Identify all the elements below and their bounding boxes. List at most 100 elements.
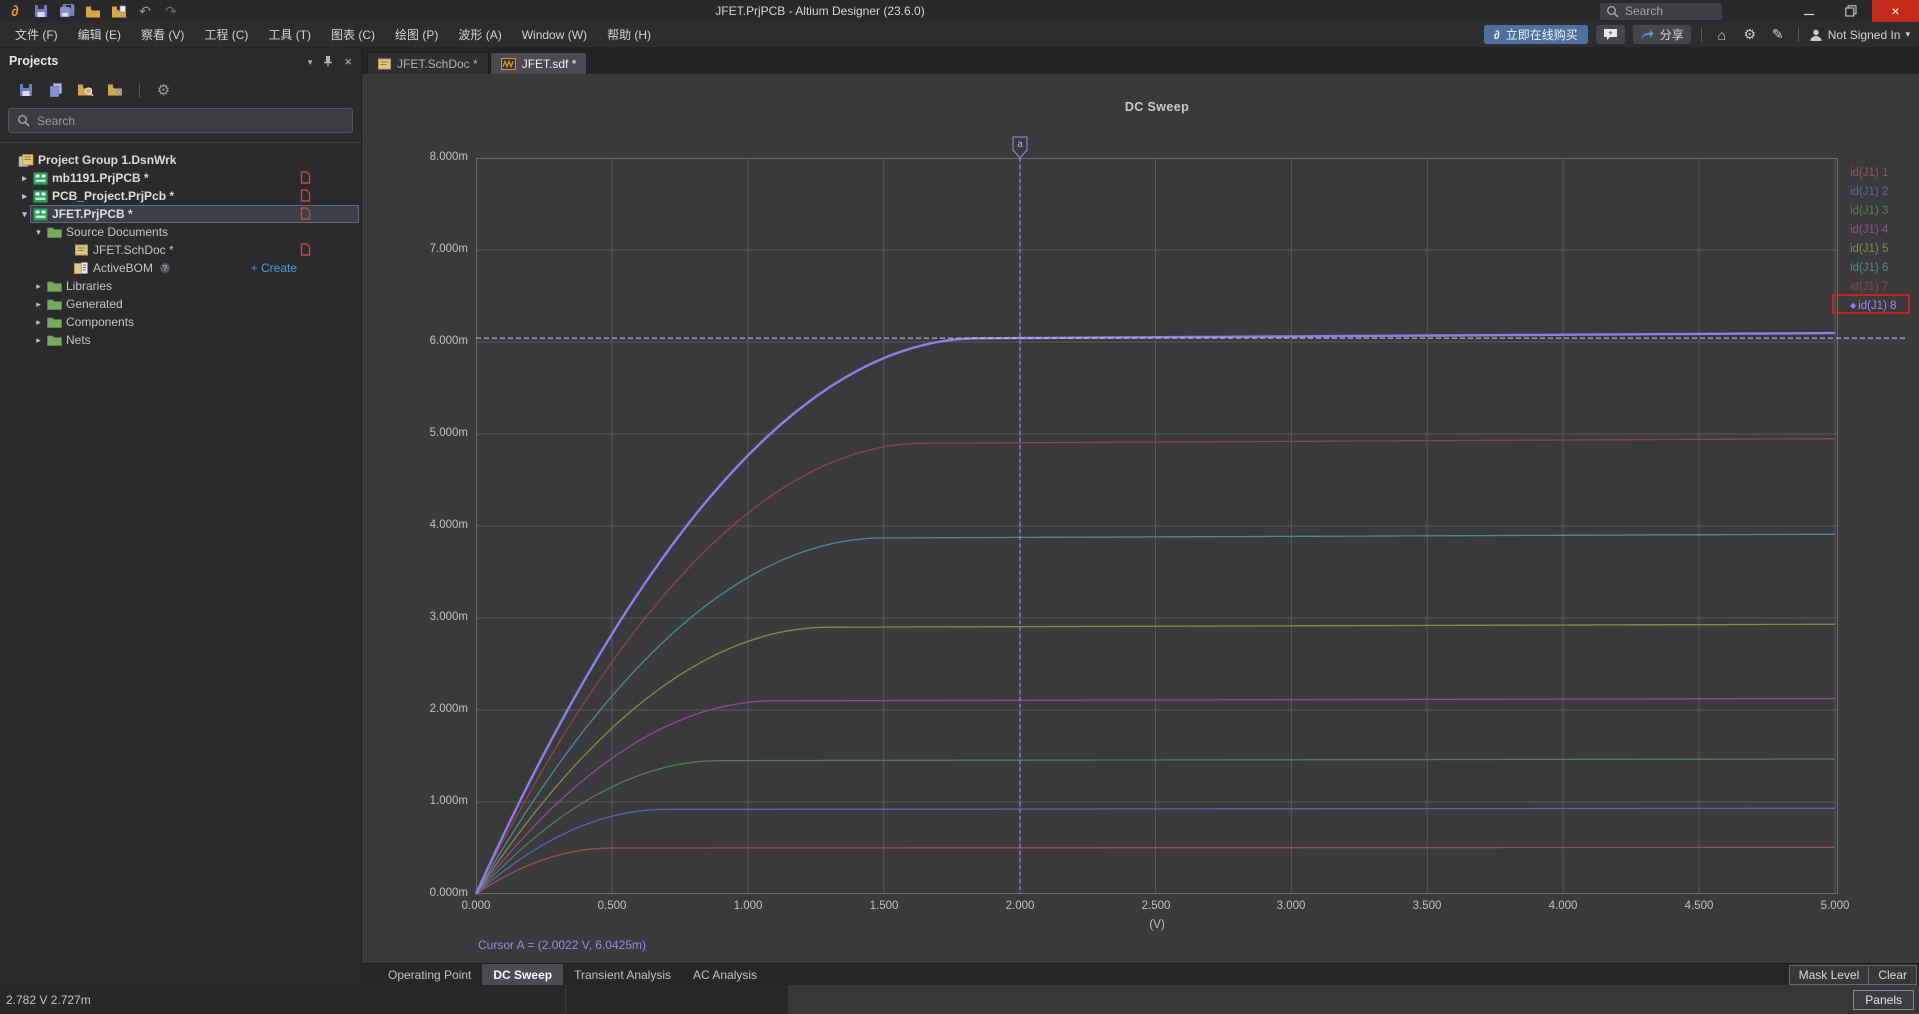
redo-icon[interactable]: ↷	[163, 3, 179, 19]
cursor-a-flag[interactable]: a	[1012, 136, 1028, 159]
projects-toolbar-folder-gear-icon[interactable]	[107, 83, 124, 97]
save-all-icon[interactable]	[59, 3, 75, 19]
folder-icon	[45, 280, 63, 292]
chevron-down-icon[interactable]: ▾	[32, 227, 45, 238]
tree-item-project-jfet[interactable]: ▾JFET.PrjPCB *	[0, 205, 361, 223]
home-button[interactable]: ⌂	[1712, 27, 1732, 43]
divider	[1798, 27, 1799, 42]
projects-toolbar-compile-icon[interactable]	[47, 83, 64, 97]
tree-item-project-mb1191[interactable]: ▸mb1191.PrjPCB *	[0, 169, 361, 187]
x-axis-unit-label: (V)	[476, 919, 1838, 931]
tree-item-libraries[interactable]: ▸Libraries	[0, 277, 361, 295]
window-title: JFET.PrjPCB - Altium Designer (23.6.0)	[180, 4, 1460, 18]
legend-item[interactable]: id(J1) 3	[1850, 201, 1919, 220]
altium-logo-icon: ∂	[1494, 28, 1500, 42]
x-tick-label: 1.500	[856, 900, 912, 912]
close-button[interactable]: ×	[1872, 0, 1919, 22]
document-tab-1[interactable]: JFET.sdf *	[490, 52, 588, 74]
tree-item-project-pcb-project[interactable]: ▸PCB_Project.PrjPcb *	[0, 187, 361, 205]
projects-search-input[interactable]: Search	[8, 108, 353, 133]
document-tab-0[interactable]: JFET.SchDoc *	[367, 52, 489, 74]
panels-button[interactable]: Panels	[1853, 990, 1914, 1010]
customize-button[interactable]: ✎	[1768, 26, 1788, 43]
menu-item-4[interactable]: 工具 (T)	[258, 22, 321, 47]
menu-item-6[interactable]: 绘图 (P)	[385, 22, 448, 47]
projects-toolbar-folder-search-icon[interactable]	[77, 83, 94, 97]
analysis-tab-transient-analysis[interactable]: Transient Analysis	[563, 964, 682, 986]
legend-item[interactable]: id(J1) 2	[1850, 182, 1919, 201]
projects-toolbar-save-icon[interactable]	[17, 83, 34, 97]
share-icon	[1640, 29, 1654, 40]
plot-area[interactable]	[476, 158, 1916, 894]
menu-item-1[interactable]: 编辑 (E)	[68, 22, 131, 47]
pin-icon[interactable]	[323, 55, 333, 67]
tree-item-workspace[interactable]: Project Group 1.DsnWrk	[0, 151, 361, 169]
legend-item[interactable]: ◆id(J1) 8	[1850, 296, 1919, 315]
tree-item-nets[interactable]: ▸Nets	[0, 331, 361, 349]
restore-button[interactable]	[1830, 0, 1872, 22]
info-icon[interactable]: ?	[159, 262, 171, 274]
chevron-right-icon[interactable]: ▸	[32, 299, 45, 310]
waveform-viewer[interactable]: DC Sweep (V) Cursor A = (2.0022 V, 6.042…	[362, 74, 1919, 963]
menu-item-2[interactable]: 察看 (V)	[131, 22, 194, 47]
panel-close-icon[interactable]: ×	[344, 54, 352, 69]
x-tick-label: 3.000	[1263, 900, 1319, 912]
y-tick-label: 6.000m	[402, 335, 468, 347]
projects-toolbar-settings-gear-icon[interactable]: ⚙	[155, 83, 172, 98]
chevron-down-icon[interactable]: ▾	[18, 209, 31, 220]
tree-item-activebom[interactable]: ActiveBOM?+ Create	[0, 259, 361, 277]
save-icon[interactable]	[33, 3, 49, 19]
signin-button[interactable]: Not Signed In ▾	[1809, 28, 1910, 42]
legend-item[interactable]: id(J1) 1	[1850, 163, 1919, 182]
cursor-coordinates: 2.782 V 2.727m	[0, 993, 91, 1007]
open-project-icon[interactable]	[111, 3, 127, 19]
statusbar: 2.782 V 2.727m Panels	[0, 985, 1919, 1014]
create-link[interactable]: + Create	[251, 261, 297, 275]
chevron-right-icon[interactable]: ▸	[32, 317, 45, 328]
chevron-right-icon[interactable]: ▸	[32, 281, 45, 292]
share-button[interactable]: 分享	[1633, 25, 1691, 44]
search-icon	[17, 114, 30, 127]
menu-item-7[interactable]: 波形 (A)	[448, 22, 511, 47]
chart-title: DC Sweep	[476, 100, 1838, 114]
analysis-tab-operating-point[interactable]: Operating Point	[377, 964, 482, 986]
altium-logo-icon: ∂	[7, 3, 23, 19]
chevron-right-icon[interactable]: ▸	[18, 191, 31, 202]
open-icon[interactable]	[85, 3, 101, 19]
legend-item[interactable]: id(J1) 6	[1850, 258, 1919, 277]
close-icon: ×	[1891, 3, 1899, 19]
x-tick-label: 2.500	[1128, 900, 1184, 912]
comment-button[interactable]: +	[1596, 25, 1625, 44]
menu-item-8[interactable]: Window (W)	[512, 22, 597, 47]
tree-item-components[interactable]: ▸Components	[0, 313, 361, 331]
tree-item-source-documents[interactable]: ▾Source Documents	[0, 223, 361, 241]
buy-online-button[interactable]: ∂ 立即在线购买	[1484, 25, 1588, 44]
clear-button[interactable]: Clear	[1868, 966, 1916, 984]
chevron-right-icon[interactable]: ▸	[18, 173, 31, 184]
legend-item[interactable]: id(J1) 5	[1850, 239, 1919, 258]
analysis-tab-dc-sweep[interactable]: DC Sweep	[482, 964, 563, 986]
titlebar-search-input[interactable]: Search	[1600, 3, 1722, 20]
x-tick-label: 3.500	[1399, 900, 1455, 912]
menubar: 文件 (F)编辑 (E)察看 (V)工程 (C)工具 (T)图表 (C)绘图 (…	[0, 22, 1919, 48]
document-area: JFET.SchDoc *JFET.sdf * DC Sweep (V) Cur…	[362, 48, 1919, 985]
tree-item-generated[interactable]: ▸Generated	[0, 295, 361, 313]
analysis-tab-ac-analysis[interactable]: AC Analysis	[682, 964, 768, 986]
menu-item-0[interactable]: 文件 (F)	[5, 22, 68, 47]
undo-icon[interactable]: ↶	[137, 3, 153, 19]
waveform-icon	[501, 58, 516, 70]
menu-item-9[interactable]: 帮助 (H)	[597, 22, 661, 47]
minimize-button[interactable]	[1788, 0, 1830, 22]
settings-button[interactable]: ⚙	[1740, 26, 1760, 43]
legend-item[interactable]: id(J1) 4	[1850, 220, 1919, 239]
tree-item-jfet-schdoc[interactable]: JFET.SchDoc *	[0, 241, 361, 259]
modified-doc-status-icon	[300, 171, 311, 184]
folder-icon	[45, 298, 63, 310]
menu-item-3[interactable]: 工程 (C)	[194, 22, 258, 47]
chevron-right-icon[interactable]: ▸	[32, 335, 45, 346]
caret-down-icon[interactable]: ▾	[308, 54, 313, 68]
y-tick-label: 3.000m	[402, 611, 468, 623]
mask-level-button[interactable]: Mask Level	[1790, 966, 1869, 984]
menu-item-5[interactable]: 图表 (C)	[321, 22, 385, 47]
comment-icon: +	[1603, 28, 1618, 41]
